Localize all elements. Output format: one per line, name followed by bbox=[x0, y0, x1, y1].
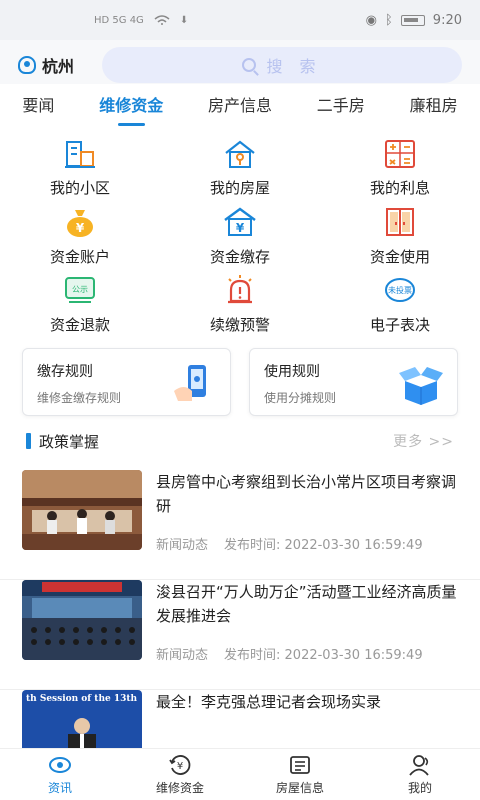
app-header: 杭州 搜 索 bbox=[0, 40, 480, 90]
user-icon bbox=[409, 754, 429, 776]
grid-item-my-interest[interactable]: 我的利息 bbox=[325, 134, 475, 198]
news-title: 最全！李克强总理记者会现场实录 bbox=[156, 693, 382, 711]
nav-label: 房屋信息 bbox=[275, 780, 324, 795]
eye-status-icon: ◉ bbox=[365, 12, 377, 28]
network-indicators: HD 5G 4G bbox=[94, 14, 144, 26]
yuan-circle-icon: ¥ bbox=[169, 754, 191, 775]
grid-item-label: 续缴预警 bbox=[209, 316, 270, 334]
location-pin-icon bbox=[18, 56, 36, 74]
doors-icon bbox=[383, 206, 417, 238]
battery-icon bbox=[400, 14, 425, 26]
category-tabs: 要闻 维修资金 房产信息 二手房 廉租房 bbox=[0, 84, 480, 126]
grid-item-my-community[interactable]: 我的小区 bbox=[5, 134, 155, 198]
grid-item-fund-deposit[interactable]: ¥ 资金缴存 bbox=[165, 202, 315, 266]
status-bar: HD 5G 4G ⬇ ◉ ᛒ 9:20 bbox=[0, 0, 480, 40]
open-box-icon bbox=[397, 361, 445, 405]
nav-label: 维修资金 bbox=[155, 780, 204, 795]
grid-item-label: 我的房屋 bbox=[209, 179, 270, 197]
news-item[interactable]: 浚县召开“万人助万企”活动暨工业经济高质量发展推进会 新闻动态 发布时间: 20… bbox=[0, 580, 480, 690]
tab-property-info[interactable]: 房产信息 bbox=[206, 86, 274, 122]
grid-item-label: 资金使用 bbox=[369, 248, 430, 266]
nav-label: 资讯 bbox=[47, 780, 72, 795]
more-link[interactable]: 更多 >> bbox=[393, 431, 454, 451]
grid-item-label: 资金缴存 bbox=[209, 248, 270, 266]
news-time: 发布时间: 2022-03-30 16:59:49 bbox=[224, 538, 423, 553]
search-icon bbox=[242, 58, 257, 72]
clock: 9:20 bbox=[432, 12, 462, 28]
section-title: 政策掌握 bbox=[39, 432, 100, 451]
house-icon bbox=[223, 138, 257, 169]
search-placeholder: 搜 索 bbox=[266, 57, 322, 76]
svg-text:未投票: 未投票 bbox=[388, 285, 412, 295]
money-bag-icon: ¥ bbox=[63, 206, 97, 238]
location-selector[interactable]: 杭州 bbox=[18, 53, 102, 77]
grid-item-label: 电子表决 bbox=[369, 316, 430, 334]
calculator-icon bbox=[383, 138, 417, 169]
svg-text:公示: 公示 bbox=[72, 285, 88, 294]
signal-indicators: HD 5G 4G ⬇ bbox=[94, 15, 188, 26]
news-item[interactable]: th Session of the 13th 最全！李克强总理记者会现场实录 bbox=[0, 690, 480, 748]
grid-item-label: 我的小区 bbox=[49, 179, 110, 197]
grid-item-label: 我的利息 bbox=[369, 179, 430, 197]
news-thumbnail bbox=[22, 580, 142, 660]
grid-item-e-voting[interactable]: 未投票 电子表决 bbox=[325, 270, 475, 334]
function-grid: 我的小区 我的房屋 我的利息 ¥ 资金账户 ¥ 资金缴存 资金使用 公示 资金退… bbox=[0, 134, 480, 334]
svg-text:¥: ¥ bbox=[177, 761, 183, 772]
news-time: 发布时间: 2022-03-30 16:59:49 bbox=[224, 648, 423, 663]
tab-news[interactable]: 要闻 bbox=[20, 86, 56, 122]
phone-hand-icon bbox=[170, 361, 218, 405]
bluetooth-icon: ᛒ bbox=[384, 12, 393, 28]
policy-section-header: 政策掌握 更多 >> bbox=[26, 428, 454, 454]
svg-text:¥: ¥ bbox=[236, 221, 245, 235]
nav-label: 我的 bbox=[407, 780, 432, 795]
grid-item-renewal-warning[interactable]: 续缴预警 bbox=[165, 270, 315, 334]
nav-news[interactable]: 资讯 bbox=[5, 754, 115, 796]
alarm-icon bbox=[223, 274, 257, 306]
news-thumbnail: th Session of the 13th bbox=[22, 690, 142, 748]
nav-maintenance-fund[interactable]: ¥ 维修资金 bbox=[125, 754, 235, 796]
news-category: 新闻动态 bbox=[156, 538, 209, 553]
grid-item-fund-usage[interactable]: 资金使用 bbox=[325, 202, 475, 266]
vote-icon: 未投票 bbox=[383, 274, 417, 306]
tab-low-rent[interactable]: 廉租房 bbox=[408, 86, 460, 122]
usage-rules-card[interactable]: 使用规则 使用分摊规则 bbox=[249, 348, 458, 416]
banner-text: th Session of the 13th bbox=[26, 694, 138, 704]
eye-icon bbox=[49, 756, 71, 773]
tab-second-hand[interactable]: 二手房 bbox=[315, 86, 367, 122]
grid-item-fund-refund[interactable]: 公示 资金退款 bbox=[5, 270, 155, 334]
svg-text:¥: ¥ bbox=[76, 221, 85, 235]
nav-house-info[interactable]: 房屋信息 bbox=[245, 754, 355, 796]
house-card-icon bbox=[290, 755, 310, 774]
city-name: 杭州 bbox=[42, 57, 75, 76]
news-category: 新闻动态 bbox=[156, 648, 209, 663]
grid-item-label: 资金账户 bbox=[49, 248, 110, 266]
download-icon: ⬇ bbox=[179, 14, 189, 26]
news-title: 浚县召开“万人助万企”活动暨工业经济高质量发展推进会 bbox=[156, 583, 457, 625]
deposit-rules-card[interactable]: 缴存规则 维修金缴存规则 bbox=[22, 348, 231, 416]
nav-profile[interactable]: 我的 bbox=[365, 754, 475, 796]
news-title: 县房管中心考察组到长治小常片区项目考察调研 bbox=[156, 473, 457, 515]
rule-cards: 缴存规则 维修金缴存规则 使用规则 使用分摊规则 bbox=[22, 348, 458, 416]
deposit-house-icon: ¥ bbox=[223, 206, 257, 238]
search-input[interactable]: 搜 索 bbox=[102, 47, 462, 83]
bottom-navigation: 资讯 ¥ 维修资金 房屋信息 我的 bbox=[0, 748, 480, 800]
building-icon bbox=[63, 138, 97, 169]
grid-item-fund-account[interactable]: ¥ 资金账户 bbox=[5, 202, 155, 266]
grid-item-label: 资金退款 bbox=[49, 316, 110, 334]
grid-item-my-house[interactable]: 我的房屋 bbox=[165, 134, 315, 198]
section-accent-bar bbox=[26, 433, 31, 449]
news-item[interactable]: 县房管中心考察组到长治小常片区项目考察调研 新闻动态 发布时间: 2022-03… bbox=[0, 470, 480, 580]
public-notice-icon: 公示 bbox=[63, 274, 97, 306]
news-thumbnail bbox=[22, 470, 142, 550]
tab-maintenance-fund[interactable]: 维修资金 bbox=[97, 86, 165, 126]
wifi-icon bbox=[154, 15, 170, 25]
